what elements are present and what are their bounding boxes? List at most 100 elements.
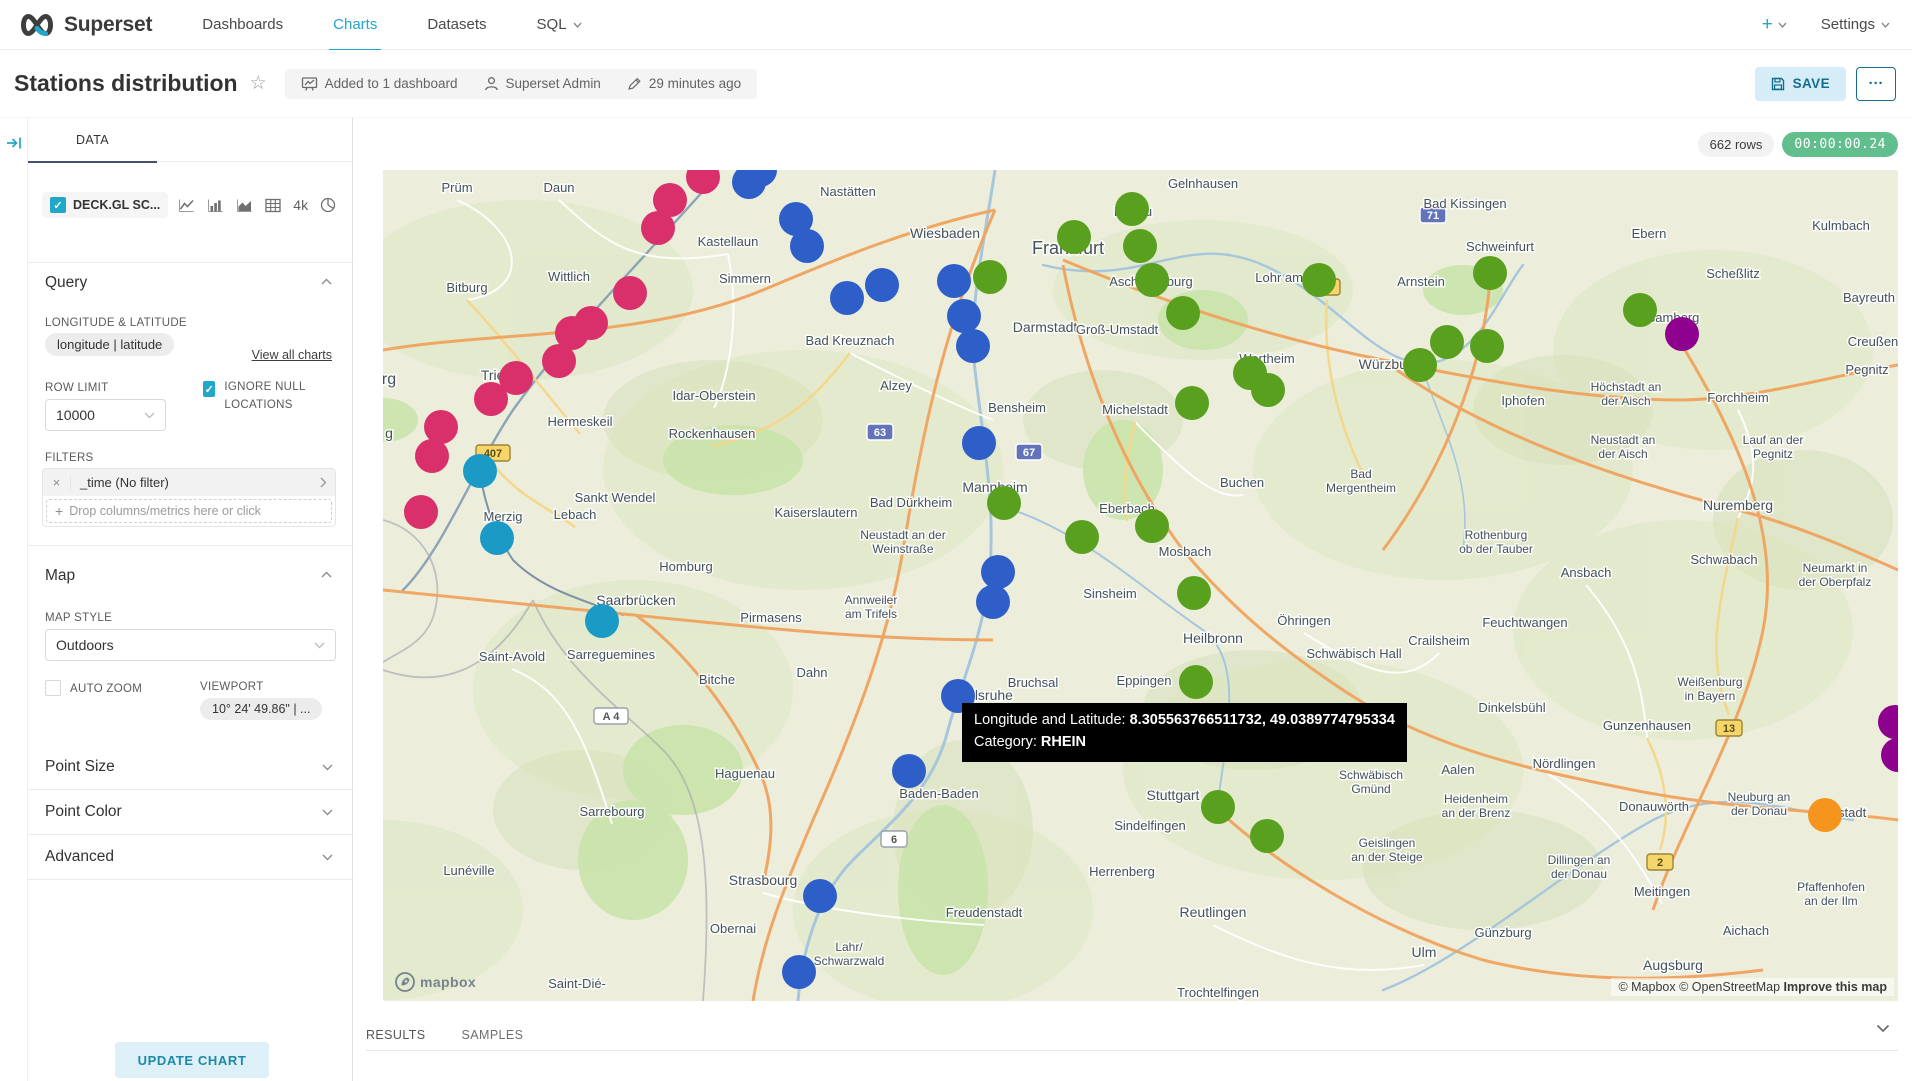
map-data-point[interactable] [956,329,990,363]
more-options-button[interactable]: ··· [1856,67,1896,101]
favorite-star-icon[interactable]: ☆ [250,72,267,95]
map-data-point[interactable] [830,281,864,315]
map-data-point[interactable] [1473,256,1507,290]
mapbox-logo[interactable]: mapbox [395,972,476,992]
nav-dashboards[interactable]: Dashboards [198,0,287,50]
section-point-size[interactable]: Point Size [28,745,353,790]
map-data-point[interactable] [892,754,926,788]
expand-panel-icon[interactable] [5,134,23,152]
auto-zoom-label[interactable]: AUTO ZOOM [70,681,142,699]
map-data-point[interactable] [542,344,576,378]
section-point-color[interactable]: Point Color [28,790,353,835]
ignore-null-checkbox[interactable]: ✓ [203,381,215,397]
map-data-point[interactable] [1665,317,1699,351]
map-data-point[interactable] [1808,798,1842,832]
map-data-point[interactable] [1123,229,1157,263]
section-advanced[interactable]: Advanced [28,835,353,880]
map-data-point[interactable] [613,276,647,310]
map-data-point[interactable] [790,229,824,263]
tab-results[interactable]: RESULTS [366,1028,426,1042]
map-canvas[interactable]: 40763672671132A 46 PrümDaunNastättenGeln… [383,170,1898,1001]
pie-chart-icon[interactable] [320,197,336,213]
map-data-point[interactable] [962,426,996,460]
chart-owner[interactable]: Superset Admin [484,76,601,91]
auto-zoom-checkbox[interactable] [45,680,61,696]
map-data-point[interactable] [1115,192,1149,226]
map-city-label: Schwarzwald [814,954,885,968]
last-modified[interactable]: 29 minutes ago [627,76,741,91]
save-button[interactable]: SAVE [1755,67,1846,101]
row-limit-select[interactable]: 10000 [45,399,166,431]
map-data-point[interactable] [937,264,971,298]
map-data-point[interactable] [1251,373,1285,407]
map-data-point[interactable] [782,955,816,989]
improve-map-link[interactable]: Improve this map [1784,980,1888,994]
dashboards-count[interactable]: Added to 1 dashboard [301,76,458,92]
line-chart-icon[interactable] [178,198,195,213]
map-data-point[interactable] [404,495,438,529]
map-data-point[interactable] [1250,819,1284,853]
filter-chip[interactable]: × _time (No filter) [43,469,335,496]
map-data-point[interactable] [1135,509,1169,543]
nav-sql[interactable]: SQL [533,0,586,50]
deckgl-map[interactable]: 40763672671132A 46 PrümDaunNastättenGeln… [383,170,1898,1001]
collapse-results-icon[interactable] [1876,1024,1890,1033]
map-collapse-icon[interactable] [321,571,332,578]
query-collapse-icon[interactable] [321,278,332,285]
map-data-point[interactable] [987,486,1021,520]
map-data-point[interactable] [1302,263,1336,297]
table-icon[interactable] [265,198,281,213]
map-data-point[interactable] [1177,576,1211,610]
map-data-point[interactable] [1135,263,1169,297]
settings-menu[interactable]: Settings [1821,16,1890,33]
map-data-point[interactable] [1065,520,1099,554]
map-data-point[interactable] [1057,220,1091,254]
map-city-label: Feuchtwangen [1482,615,1567,630]
map-data-point[interactable] [1403,348,1437,382]
map-data-point[interactable] [1201,790,1235,824]
map-data-point[interactable] [803,879,837,913]
viz-type-selected[interactable]: ✓ DECK.GL SC... [42,192,168,218]
map-data-point[interactable] [1166,296,1200,330]
ignore-null-label[interactable]: IGNORE NULL LOCATIONS [224,379,343,415]
update-chart-button[interactable]: UPDATE CHART [115,1042,269,1078]
map-city-label: ob der Tauber [1459,542,1533,556]
filter-drop-zone[interactable]: + Drop columns/metrics here or click [46,499,332,523]
lonlat-chip[interactable]: longitude | latitude [45,333,174,356]
nav-datasets[interactable]: Datasets [423,0,490,50]
map-data-point[interactable] [463,454,497,488]
map-data-point[interactable] [480,521,514,555]
view-all-charts-link[interactable]: View all charts [252,348,332,362]
map-data-point[interactable] [415,439,449,473]
viewport-chip[interactable]: 10° 24' 49.86" | ... [200,698,322,720]
map-data-point[interactable] [424,410,458,444]
tab-samples[interactable]: SAMPLES [462,1028,524,1042]
map-data-point[interactable] [585,604,619,638]
map-data-point[interactable] [976,585,1010,619]
map-style-select[interactable]: Outdoors [45,629,336,661]
remove-filter-icon[interactable]: × [43,475,71,490]
map-data-point[interactable] [474,382,508,416]
map-city-label: der Aisch [1598,447,1647,461]
big-number-icon[interactable]: 4k [293,197,308,213]
superset-logo[interactable]: Superset [18,12,152,38]
map-data-point[interactable] [1430,325,1464,359]
map-city-label: Buchen [1220,475,1264,490]
viz-type-name: DECK.GL SC... [73,198,160,212]
tab-data[interactable]: DATA [28,118,157,162]
nav-charts[interactable]: Charts [329,0,381,50]
map-data-point[interactable] [641,211,675,245]
area-chart-icon[interactable] [236,198,253,213]
new-item-menu[interactable]: + [1762,14,1787,36]
map-data-point[interactable] [865,268,899,302]
map-data-point[interactable] [973,260,1007,294]
map-data-point[interactable] [1175,386,1209,420]
panel-collapse-rail [0,118,28,1081]
bar-chart-icon[interactable] [207,198,224,213]
map-data-point[interactable] [1623,293,1657,327]
map-data-point[interactable] [1470,329,1504,363]
map-city-label: Prüm [441,180,472,195]
map-data-point[interactable] [1179,665,1213,699]
map-data-point[interactable] [947,299,981,333]
map-data-point[interactable] [981,555,1015,589]
